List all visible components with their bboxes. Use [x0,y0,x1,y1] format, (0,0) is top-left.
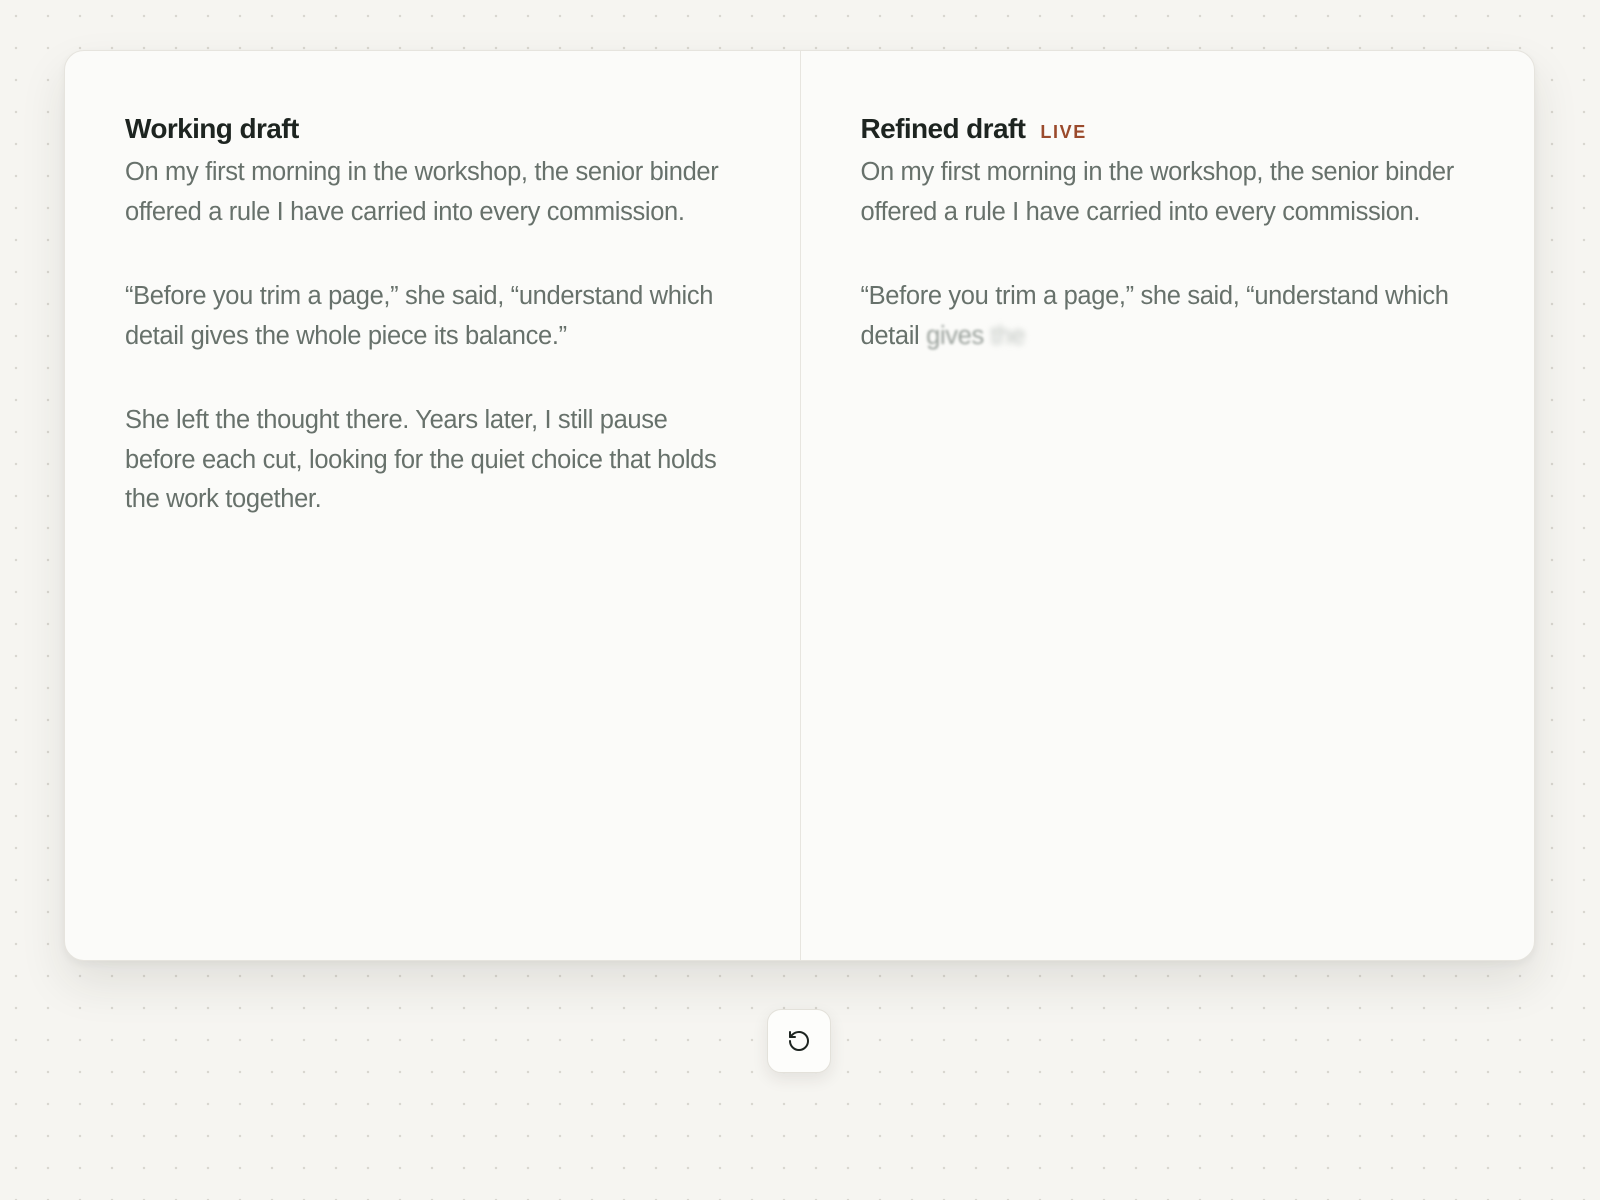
working-draft-paragraph: She left the thought there. Years later,… [125,406,717,513]
refined-draft-header: Refined draft LIVE [861,112,1475,146]
refined-draft-title: Refined draft [860,113,1026,144]
working-draft-header: Working draft [125,112,740,146]
working-draft-paragraph: On my first morning in the workshop, the… [125,158,719,226]
refined-draft-pane: Refined draft LIVE On my first morning i… [799,51,1535,960]
live-badge: LIVE [1040,122,1087,142]
streaming-word: the [990,321,1026,350]
refined-draft-paragraph: On my first morning in the workshop, the… [860,158,1455,226]
streaming-word: gives [926,321,984,350]
working-draft-paragraph: “Before you trim a page,” she said, “und… [125,282,714,350]
working-draft-pane: Working draft On my first morning in the… [65,51,800,960]
working-draft-title: Working draft [125,113,299,144]
draft-comparison-card: Working draft On my first morning in the… [64,50,1535,961]
reset-button[interactable] [767,1009,831,1073]
streaming-paragraph: “Before you trim a page,” she said, “und… [861,277,1475,356]
rotate-ccw-icon [787,1029,811,1053]
